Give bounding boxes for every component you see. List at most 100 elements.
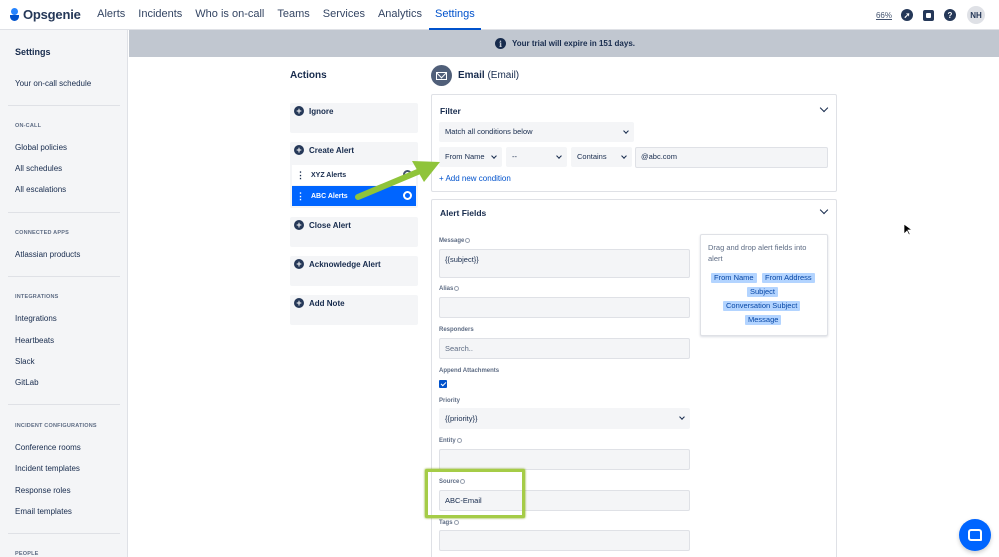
sidebar-item-global-policies[interactable]: Global policies — [15, 143, 67, 152]
sidebar-item-conference-rooms[interactable]: Conference rooms — [15, 443, 81, 452]
condition-operation-value: Contains — [577, 152, 607, 161]
annotation-arrow-icon — [355, 161, 440, 200]
sidebar-item-atlassian-products[interactable]: Atlassian products — [15, 250, 80, 259]
alias-label-text: Alias — [439, 286, 454, 293]
alias-field[interactable] — [439, 297, 690, 318]
chevron-down-icon — [679, 414, 685, 420]
chevron-down-icon[interactable] — [819, 103, 829, 113]
nav-alerts[interactable]: Alerts — [91, 0, 132, 30]
responders-search-input[interactable]: Search.. — [439, 338, 690, 359]
field-chip-conversation-subject[interactable]: Conversation Subject — [723, 301, 801, 311]
sidebar-item-heartbeats[interactable]: Heartbeats — [15, 336, 54, 345]
integration-title: Email (Email) — [458, 70, 519, 81]
sidebar-scrolled-item[interactable] — [15, 58, 55, 62]
acknowledge-alert-action[interactable]: + Acknowledge Alert — [290, 256, 418, 286]
nav-incidents[interactable]: Incidents — [132, 0, 189, 30]
entity-label-text: Entity — [439, 438, 456, 445]
close-alert-action[interactable]: + Close Alert — [290, 217, 418, 247]
tags-label: Tags — [439, 520, 459, 526]
info-icon: i — [494, 38, 506, 49]
source-field-highlight — [425, 469, 525, 518]
sidebar-item-response-roles[interactable]: Response roles — [15, 486, 71, 495]
sidebar-item-on-call-schedule[interactable]: Your on-call schedule — [15, 79, 91, 88]
sidebar-section-incident-configurations: INCIDENT CONFIGURATIONS — [15, 423, 97, 429]
chevron-down-icon — [556, 153, 562, 159]
help-icon[interactable] — [465, 238, 471, 243]
trial-banner-text: Your trial will expire in 151 days. — [511, 39, 635, 48]
condition-not-value: -- — [512, 152, 517, 161]
condition-value-input[interactable]: @abc.com — [635, 147, 828, 168]
chevron-down-icon — [621, 153, 627, 159]
entity-label: Entity — [439, 438, 462, 444]
field-chip-from-name[interactable]: From Name — [711, 273, 757, 283]
alert-fields-title: Alert Fields — [440, 208, 487, 218]
nav-teams[interactable]: Teams — [271, 0, 316, 30]
entity-field[interactable] — [439, 449, 690, 470]
nav-analytics[interactable]: Analytics — [371, 0, 428, 30]
nav-services[interactable]: Services — [316, 0, 371, 30]
condition-field-value: From Name — [445, 152, 485, 161]
help-icon[interactable] — [453, 520, 459, 525]
sidebar-item-all-escalations[interactable]: All escalations — [15, 185, 66, 194]
sidebar-item-gitlab[interactable]: GitLab — [15, 378, 39, 387]
message-field[interactable]: {{subject}} — [439, 249, 690, 278]
sidebar-title: Settings — [15, 47, 51, 57]
chat-icon — [968, 529, 982, 541]
chevron-down-icon[interactable] — [819, 205, 829, 215]
filter-title: Filter — [440, 106, 461, 116]
append-attachments-checkbox[interactable] — [439, 380, 447, 388]
nav-right-tools: 66% ➚ ? NH — [876, 0, 985, 30]
add-note-action-label: Add Note — [309, 298, 345, 308]
tags-field[interactable] — [439, 530, 690, 551]
help-icon[interactable]: ? — [944, 9, 956, 21]
sidebar-divider — [8, 404, 120, 405]
priority-select[interactable]: {{priority}} — [439, 408, 690, 429]
help-icon[interactable] — [454, 286, 460, 291]
condition-not-select[interactable]: -- — [506, 147, 567, 167]
plus-circle-icon: + — [294, 106, 304, 116]
help-icon[interactable] — [456, 438, 462, 443]
avatar[interactable]: NH — [967, 6, 985, 24]
condition-operation-select[interactable]: Contains — [571, 147, 632, 167]
sidebar-item-all-schedules[interactable]: All schedules — [15, 164, 62, 173]
sidebar-section-on-call: ON-CALL — [15, 123, 42, 129]
sidebar-section-connected-apps: CONNECTED APPS — [15, 230, 69, 236]
settings-sidebar: Settings Your on-call schedule ON-CALL G… — [0, 30, 128, 557]
top-navigation: Opsgenie Alerts Incidents Who is on-call… — [0, 0, 999, 30]
notebook-icon[interactable] — [923, 9, 934, 21]
chevron-down-icon — [623, 128, 629, 134]
drag-handle-icon[interactable]: ⋮ — [296, 191, 305, 202]
field-chip-from-address[interactable]: From Address — [762, 273, 815, 283]
actions-title: Actions — [290, 70, 327, 81]
match-mode-select[interactable]: Match all conditions below — [439, 122, 634, 142]
chevron-down-icon — [491, 153, 497, 159]
sidebar-section-people: PEOPLE — [15, 551, 39, 557]
sidebar-divider — [8, 533, 120, 534]
sidebar-item-incident-templates[interactable]: Incident templates — [15, 464, 80, 473]
field-chip-message[interactable]: Message — [745, 315, 782, 325]
close-alert-action-label: Close Alert — [309, 220, 351, 230]
nav-settings[interactable]: Settings — [428, 0, 482, 30]
field-chip-subject[interactable]: Subject — [747, 287, 779, 297]
acknowledge-alert-action-label: Acknowledge Alert — [309, 259, 381, 269]
nav-who-is-on-call[interactable]: Who is on-call — [189, 0, 271, 30]
tags-label-text: Tags — [439, 520, 453, 527]
sidebar-divider — [8, 276, 120, 277]
drag-drop-fields-box: Drag and drop alert fields into alert Fr… — [700, 234, 828, 336]
zoom-level[interactable]: 66% — [876, 11, 892, 20]
alias-label: Alias — [439, 286, 460, 293]
rocket-icon[interactable]: ➚ — [901, 9, 913, 21]
sidebar-item-email-templates[interactable]: Email templates — [15, 507, 72, 516]
chat-button[interactable] — [959, 519, 991, 551]
sidebar-item-integrations[interactable]: Integrations — [15, 314, 57, 323]
add-note-action[interactable]: + Add Note — [290, 295, 418, 325]
sidebar-item-slack[interactable]: Slack — [15, 357, 35, 366]
ignore-action[interactable]: + Ignore — [290, 103, 418, 133]
rule-label: ABC Alerts — [311, 192, 348, 200]
drag-handle-icon[interactable]: ⋮ — [296, 170, 305, 181]
message-label: Message — [439, 238, 471, 244]
sidebar-divider — [8, 105, 120, 106]
email-integration-icon — [431, 65, 452, 86]
append-attachments-label: Append Attachments — [439, 368, 500, 374]
opsgenie-logo[interactable]: Opsgenie — [10, 7, 81, 22]
